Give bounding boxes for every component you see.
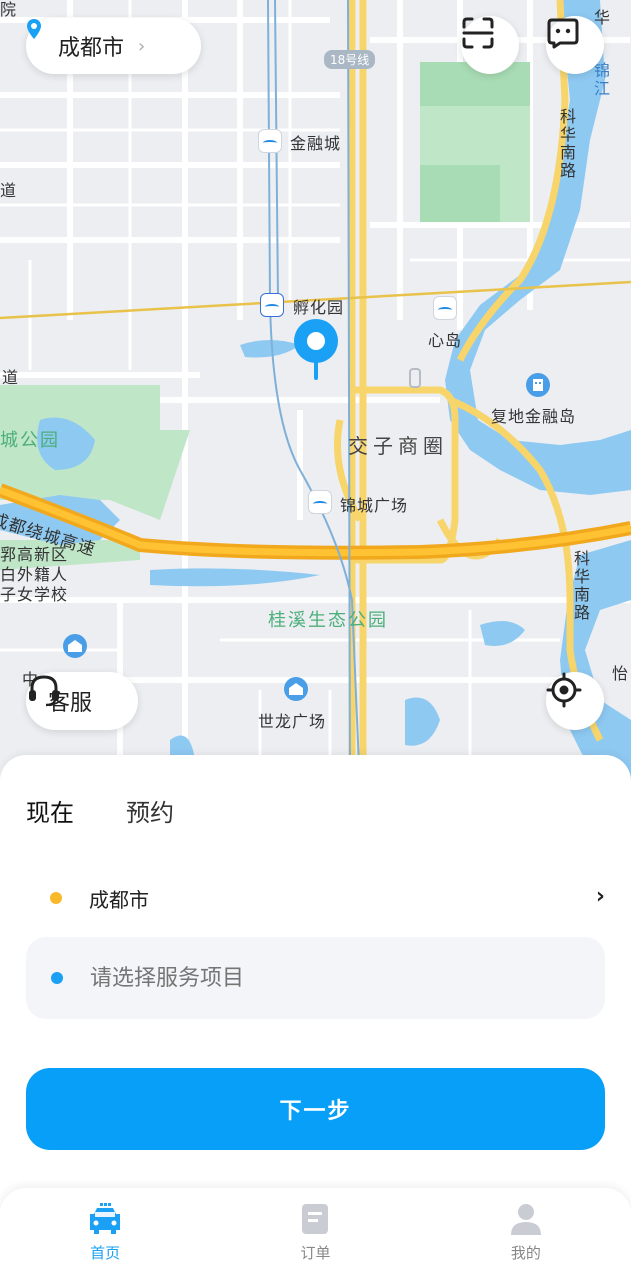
chevron-right-icon: › [138, 35, 146, 57]
map-label: 桂溪生态公园 [268, 610, 388, 631]
map-label: 道 [0, 181, 18, 200]
booking-tabs: 现在 预约 [26, 793, 226, 829]
bottom-navigation: 首页 订单 我的 [0, 1188, 631, 1280]
scan-button[interactable] [461, 16, 519, 74]
crosshair-icon [546, 672, 582, 708]
metro-transfer-icon [260, 293, 284, 317]
nav-item-orders[interactable]: 订单 [210, 1188, 420, 1280]
city-selector[interactable]: 成都市 › [26, 18, 201, 74]
tab-now-label: 现在 [26, 799, 74, 827]
metro-line-badge: 18号线 [324, 50, 376, 69]
nav-item-home[interactable]: 首页 [0, 1188, 210, 1280]
chevron-right-icon: › [595, 884, 605, 909]
tab-reserve-label: 预约 [126, 799, 174, 827]
map-label: 锦城广场 [340, 496, 409, 515]
service-input[interactable] [90, 965, 510, 991]
map-label: 金融城 [290, 134, 342, 153]
road-label: 科华南路 [557, 108, 576, 180]
school-poi-icon [63, 634, 87, 658]
tab-now[interactable]: 现在 [26, 793, 74, 829]
tab-reserve[interactable]: 预约 [126, 793, 174, 828]
car-icon [90, 1203, 121, 1234]
nav-label: 订单 [300, 1244, 331, 1262]
map-label: 孵化园 [293, 298, 345, 317]
small-poi-icon [409, 368, 421, 388]
map-label: 院 [0, 0, 18, 19]
metro-station-icon [433, 296, 457, 320]
building-poi-icon [526, 373, 550, 397]
city-row-label: 成都市 [89, 887, 149, 912]
city-name: 成都市 [58, 36, 125, 61]
nav-item-profile[interactable]: 我的 [421, 1188, 631, 1280]
building-poi-icon [284, 677, 308, 701]
map-label: 道 [2, 368, 20, 387]
map-label: 交子商圈 [348, 434, 448, 458]
location-pin-icon[interactable] [293, 318, 339, 380]
map-view[interactable]: 院 18号线 金融城 道 孵化园 心岛 道 复地金融岛 城公园 交子商圈 锦城广… [0, 0, 631, 790]
message-button[interactable] [546, 16, 604, 74]
map-label: 怡 [612, 664, 630, 683]
map-label: 心岛 [428, 331, 463, 350]
map-label: 子女学校 [0, 585, 69, 604]
nav-label: 我的 [510, 1244, 541, 1262]
locate-me-button[interactable] [546, 672, 604, 730]
city-row[interactable]: 成都市 › [50, 883, 605, 913]
yellow-dot-icon [50, 892, 62, 904]
map-label: 复地金融岛 [491, 407, 577, 426]
scan-icon [462, 17, 494, 49]
location-marker-icon [27, 19, 41, 39]
metro-station-icon [308, 490, 332, 514]
nav-label: 首页 [90, 1244, 121, 1262]
customer-service-button[interactable]: 客服 [26, 672, 138, 730]
map-label: 华 [594, 8, 612, 27]
order-icon [302, 1204, 329, 1234]
next-step-button[interactable]: 下一步 [26, 1068, 605, 1150]
metro-station-icon [258, 129, 282, 153]
blue-dot-icon [51, 972, 63, 984]
chat-bubble-icon [547, 18, 579, 49]
map-label: 城公园 [0, 430, 60, 451]
map-label: 世龙广场 [258, 712, 327, 731]
road-label: 科华南路 [571, 550, 590, 622]
service-selector[interactable] [26, 937, 605, 1019]
user-icon [510, 1204, 541, 1235]
headset-icon [29, 675, 59, 707]
